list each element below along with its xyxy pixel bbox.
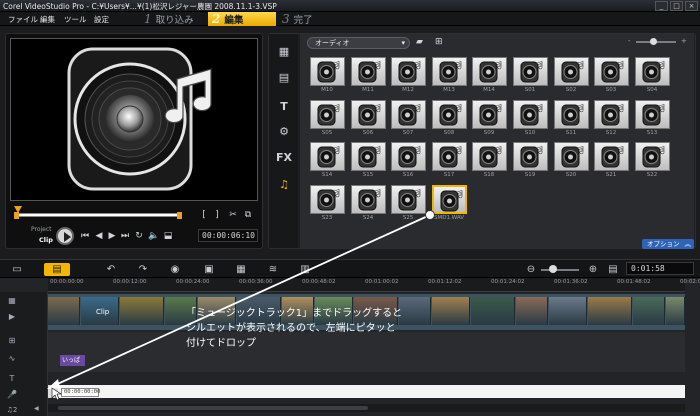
instruction-annotation: 「ミュージックトラック1」までドラッグすると シルエットが表示されるので、左端に… <box>186 306 451 351</box>
annotation-line-3: 付けてドロップ <box>186 338 256 349</box>
drag-arrow <box>47 210 435 401</box>
annotation-line-2: シルエットが表示されるので、左端にピタッと <box>186 323 396 334</box>
annotation-line-1: 「ミュージックトラック1」までドラッグすると <box>186 308 403 319</box>
